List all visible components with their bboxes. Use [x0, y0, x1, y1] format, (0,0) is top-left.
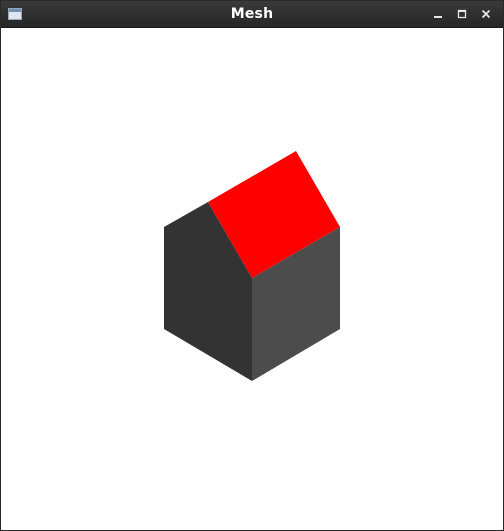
- close-button[interactable]: [475, 3, 497, 25]
- title-bar[interactable]: Mesh: [1, 1, 503, 28]
- close-icon: [481, 9, 491, 19]
- maximize-button[interactable]: [451, 3, 473, 25]
- minimize-button[interactable]: [427, 3, 449, 25]
- window-controls: [427, 1, 497, 27]
- mesh-viewport: [164, 151, 340, 381]
- render-canvas[interactable]: [1, 28, 503, 530]
- minimize-icon: [434, 16, 442, 18]
- maximize-icon: [457, 9, 467, 19]
- mesh-window: Mesh: [0, 0, 504, 531]
